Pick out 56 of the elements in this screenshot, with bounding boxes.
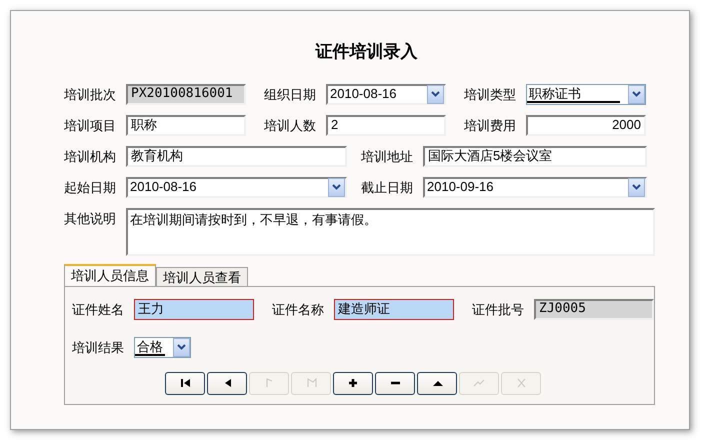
dropdown-button[interactable] bbox=[628, 84, 645, 104]
field-label: 起始日期 bbox=[64, 178, 117, 196]
insert-icon bbox=[346, 377, 360, 389]
tab[interactable]: 培训人员查看 bbox=[156, 266, 248, 286]
field-value: 2010-08-16 bbox=[329, 85, 398, 104]
first-icon bbox=[178, 377, 192, 389]
cancel-icon bbox=[514, 377, 528, 389]
field-label: 培训项目 bbox=[64, 116, 117, 134]
dropdown-field[interactable]: 职称证书 bbox=[526, 84, 646, 104]
form-title: 证件培训录入 bbox=[314, 41, 418, 63]
chevron-down-icon bbox=[431, 91, 440, 97]
input-field[interactable]: 2000 bbox=[526, 114, 646, 136]
date-field[interactable]: 2010-09-16 bbox=[423, 176, 647, 198]
field-value: 合格 bbox=[135, 338, 165, 356]
dropdown-field[interactable]: 合格 bbox=[134, 336, 191, 358]
field-label: 培训费用 bbox=[464, 116, 517, 134]
field-value: 2010-09-16 bbox=[426, 178, 494, 196]
field-label: 培训批次 bbox=[64, 86, 117, 104]
navigator-button[interactable] bbox=[207, 372, 247, 394]
field-label: 组织日期 bbox=[264, 86, 317, 104]
input-field[interactable]: 王力 bbox=[134, 298, 254, 320]
field-label: 培训机构 bbox=[64, 148, 117, 166]
field-label: 培训人数 bbox=[264, 116, 317, 134]
input-field[interactable]: ZJ0005 bbox=[534, 298, 654, 320]
field-label: 培训结果 bbox=[72, 338, 125, 356]
notes-field[interactable]: 在培训期间请按时到，不早退，有事请假。 bbox=[126, 208, 655, 256]
field-label: 其他说明 bbox=[64, 210, 117, 228]
field-label: 培训类型 bbox=[464, 86, 517, 104]
input-field[interactable]: 国际大酒店5楼会议室 bbox=[423, 146, 647, 166]
field-label: 培训地址 bbox=[361, 148, 414, 166]
dropdown-button[interactable] bbox=[628, 178, 645, 196]
tab[interactable]: 培训人员信息 bbox=[64, 264, 156, 286]
chevron-down-icon bbox=[632, 91, 641, 97]
input-field[interactable]: 职称 bbox=[126, 114, 246, 136]
chevron-down-icon bbox=[177, 344, 186, 350]
dropdown-button[interactable] bbox=[328, 178, 345, 196]
dropdown-button[interactable] bbox=[173, 338, 190, 356]
field-label: 证件名称 bbox=[272, 300, 325, 318]
field-label: 截止日期 bbox=[361, 178, 414, 196]
input-field[interactable]: 教育机构 bbox=[126, 146, 347, 166]
field-label: 证件姓名 bbox=[72, 300, 125, 318]
field-label: 证件批号 bbox=[472, 300, 525, 318]
navigator-button[interactable] bbox=[417, 372, 457, 394]
chevron-down-icon bbox=[332, 184, 341, 190]
navigator-button[interactable] bbox=[333, 372, 373, 394]
navigator-button[interactable] bbox=[165, 372, 205, 394]
dropdown-button[interactable] bbox=[427, 84, 444, 104]
field-value: 2010-08-16 bbox=[129, 178, 198, 196]
input-field[interactable]: 2 bbox=[326, 114, 446, 136]
navigator-button[interactable] bbox=[375, 372, 415, 394]
date-field[interactable]: 2010-08-16 bbox=[326, 84, 446, 104]
input-field[interactable]: PX20100816001 bbox=[126, 84, 246, 104]
field-value: 职称证书 bbox=[527, 86, 620, 102]
chevron-down-icon bbox=[632, 184, 641, 190]
input-field[interactable]: 建造师证 bbox=[334, 298, 454, 320]
date-field[interactable]: 2010-08-16 bbox=[126, 176, 347, 198]
